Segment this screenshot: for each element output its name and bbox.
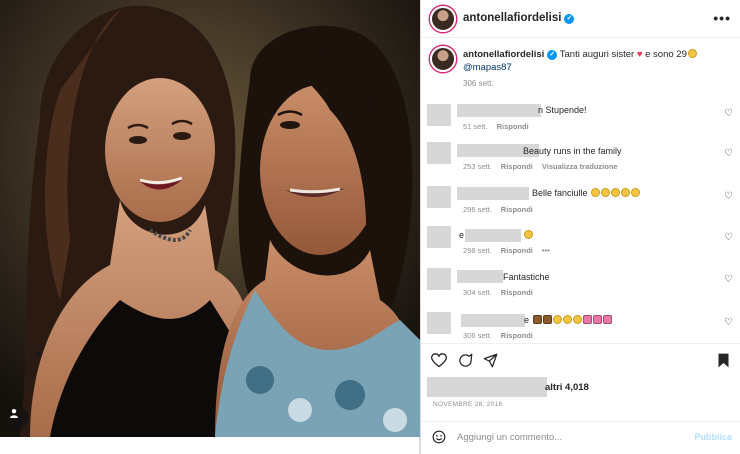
heart-icon[interactable] bbox=[431, 353, 447, 368]
comment-avatar[interactable] bbox=[427, 268, 451, 290]
reply-button[interactable]: Rispondi bbox=[501, 331, 533, 340]
reply-button[interactable]: Rispondi bbox=[501, 205, 533, 214]
grin-emoji-icon bbox=[611, 188, 621, 197]
comment-like-icon[interactable]: ♡ bbox=[724, 232, 733, 243]
comment-text: n Stupende! bbox=[538, 105, 587, 115]
grin-emoji-icon bbox=[552, 315, 562, 324]
flower-emoji-icon bbox=[582, 315, 592, 324]
redacted-username bbox=[457, 104, 541, 117]
comment-meta: 296 sett. Rispondi bbox=[463, 205, 542, 214]
comment-meta: 253 sett. Rispondi Visualizza traduzione bbox=[463, 162, 627, 171]
comment-meta: 306 sett. Rispondi bbox=[463, 331, 542, 340]
comment-time[interactable]: 253 sett. bbox=[463, 162, 492, 171]
comment-input[interactable]: Aggiungi un commento... bbox=[457, 432, 562, 443]
author-avatar[interactable] bbox=[430, 6, 456, 32]
redacted-likers bbox=[427, 377, 547, 397]
grin-emoji-icon bbox=[601, 188, 611, 197]
comment-item: Fantastiche 304 sett. Rispondi ♡ bbox=[421, 266, 740, 306]
reply-button[interactable]: Rispondi bbox=[501, 288, 533, 297]
comment-avatar[interactable] bbox=[427, 226, 451, 248]
redacted-username bbox=[457, 187, 529, 200]
likes-count[interactable]: altri 4,018 bbox=[545, 382, 589, 393]
comment-text-body: Belle fanciulle bbox=[532, 188, 588, 198]
user-tag-icon bbox=[10, 409, 18, 418]
cake-emoji-icon bbox=[532, 315, 542, 324]
add-comment-bar: Aggiungi un commento... Pubblica bbox=[421, 421, 740, 454]
grin-emoji-icon bbox=[572, 315, 582, 324]
comment-avatar[interactable] bbox=[427, 142, 451, 164]
reply-button[interactable]: Rispondi bbox=[501, 246, 533, 255]
comment-meta: 51 sett. Rispondi bbox=[463, 122, 538, 131]
photo-bottom-spacer bbox=[0, 437, 420, 454]
verified-badge-icon: ✓ bbox=[547, 50, 558, 60]
comment-icon[interactable] bbox=[458, 353, 473, 368]
caption-text-end: e sono 29 bbox=[642, 49, 687, 60]
comment-text: e bbox=[524, 315, 612, 325]
publish-button[interactable]: Pubblica bbox=[694, 432, 732, 442]
comment-emojis bbox=[523, 230, 533, 240]
comment-like-icon[interactable]: ♡ bbox=[724, 317, 733, 328]
flower-emoji-icon bbox=[602, 315, 612, 324]
action-bar bbox=[421, 343, 740, 377]
redacted-username bbox=[457, 270, 503, 283]
comment-item: Beauty runs in the family 253 sett. Rispo… bbox=[421, 142, 740, 182]
post-photo[interactable] bbox=[0, 0, 420, 437]
comment-text: Belle fanciulle bbox=[532, 188, 641, 198]
comment-avatar[interactable] bbox=[427, 104, 451, 126]
reply-button[interactable]: Rispondi bbox=[497, 122, 529, 131]
user-tag-button[interactable] bbox=[9, 408, 29, 428]
author-username[interactable]: antonellafiordelisi bbox=[463, 12, 561, 24]
grin-emoji-icon bbox=[562, 315, 572, 324]
post-details-panel: antonellafiordelisi ✓ ••• antonellafiorde… bbox=[420, 0, 740, 454]
grin-emoji-icon bbox=[621, 188, 631, 197]
comment-text: e bbox=[459, 230, 465, 240]
comment-like-icon[interactable]: ♡ bbox=[724, 191, 733, 202]
caption-avatar[interactable] bbox=[430, 46, 456, 72]
bookmark-icon[interactable] bbox=[717, 353, 730, 368]
verified-badge-icon: ✓ bbox=[564, 14, 575, 24]
comment-meta: 298 sett. Rispondi ••• bbox=[463, 246, 559, 255]
comment-time[interactable]: 298 sett. bbox=[463, 246, 492, 255]
caption-time[interactable]: 306 sett. bbox=[463, 79, 494, 88]
caption-text: Tanti auguri sister bbox=[559, 49, 635, 60]
comment-like-icon[interactable]: ♡ bbox=[724, 108, 733, 119]
caption: antonellafiordelisi ✓ Tanti auguri sister… bbox=[463, 48, 723, 74]
comment-like-icon[interactable]: ♡ bbox=[724, 148, 733, 159]
grin-emoji-icon bbox=[591, 188, 601, 197]
post-header: antonellafiordelisi ✓ ••• bbox=[421, 0, 740, 38]
flower-emoji-icon bbox=[592, 315, 602, 324]
caption-mention[interactable]: @mapas87 bbox=[463, 62, 512, 73]
emoji-icon[interactable] bbox=[432, 430, 446, 444]
comment-avatar[interactable] bbox=[427, 186, 451, 208]
translate-button[interactable]: Visualizza traduzione bbox=[542, 162, 618, 171]
reply-button[interactable]: Rispondi bbox=[501, 162, 533, 171]
grin-emoji-icon bbox=[524, 230, 533, 239]
comment-time[interactable]: 306 sett. bbox=[463, 331, 492, 340]
comment-more-icon[interactable]: ••• bbox=[542, 246, 550, 255]
grin-emoji-icon bbox=[631, 188, 641, 197]
comment-meta: 304 sett. Rispondi bbox=[463, 288, 542, 297]
caption-username[interactable]: antonellafiordelisi bbox=[463, 49, 544, 60]
comment-item: e 298 sett. Rispondi ••• ♡ bbox=[421, 224, 740, 264]
comment-avatar[interactable] bbox=[427, 312, 451, 334]
comment-text: Beauty runs in the family bbox=[523, 146, 622, 156]
party-emoji-icon bbox=[542, 315, 552, 324]
author-username-row[interactable]: antonellafiordelisi ✓ bbox=[463, 12, 575, 24]
comment-item: Belle fanciulle 296 sett. Rispondi ♡ bbox=[421, 183, 740, 223]
more-options-icon[interactable]: ••• bbox=[713, 10, 731, 26]
comment-time[interactable]: 296 sett. bbox=[463, 205, 492, 214]
redacted-username bbox=[461, 314, 525, 327]
post-image bbox=[0, 0, 420, 437]
party-emoji-icon bbox=[687, 49, 697, 58]
comment-time[interactable]: 304 sett. bbox=[463, 288, 492, 297]
redacted-username bbox=[465, 229, 521, 242]
comment-like-icon[interactable]: ♡ bbox=[724, 274, 733, 285]
share-icon[interactable] bbox=[483, 353, 498, 368]
post-date[interactable]: NOVEMBRE 28, 2016 bbox=[433, 401, 502, 408]
comment-item: n Stupende! 51 sett. Rispondi ♡ bbox=[421, 100, 740, 140]
comment-text-body: e bbox=[524, 315, 530, 325]
comment-time[interactable]: 51 sett. bbox=[463, 122, 488, 131]
comment-text: Fantastiche bbox=[503, 272, 550, 282]
